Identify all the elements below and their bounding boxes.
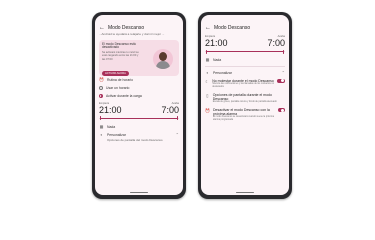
end-time[interactable]: 7:00 <box>161 105 179 115</box>
page-title: Modo Descanso <box>214 24 251 31</box>
activate-now-button[interactable]: ACTIVAR AHORA <box>102 70 129 76</box>
option-while-charging[interactable]: Activar durante la carga <box>99 92 179 100</box>
palette-icon: ◐ <box>100 131 103 137</box>
chevron-up-icon: ⌃ <box>281 69 285 75</box>
dnd-toggle[interactable] <box>277 78 285 84</box>
alarm-icon: ⏰ <box>205 107 210 113</box>
chevron-up-icon: ⌃ <box>175 131 179 137</box>
personalize-row[interactable]: ◐ Personalizar ⌃ <box>205 69 285 77</box>
intro-text: ...Android te ayudará a relajarte y dorm… <box>99 32 165 36</box>
bed-icon: ☾ <box>205 78 209 84</box>
setting-display-options[interactable]: ▯ Opciones de pantalla durante el modo D… <box>205 91 285 106</box>
slider-end-handle[interactable] <box>282 49 284 54</box>
palette-icon: ◐ <box>206 69 209 75</box>
option-use-schedule[interactable]: Usar un horario <box>99 84 179 92</box>
screen-right: ← Modo Descanso Empieza Acaba 21:00 7:00… <box>201 15 289 195</box>
time-range-slider[interactable] <box>205 49 285 54</box>
phone-right: ← Modo Descanso Empieza Acaba 21:00 7:00… <box>198 12 292 199</box>
arrow-left-icon[interactable]: ← <box>99 25 105 31</box>
start-time[interactable]: 21:00 <box>99 105 122 115</box>
sleeping-person-illustration <box>153 48 173 69</box>
phone-display-icon: ▯ <box>206 92 209 98</box>
setting-dnd[interactable]: ☾ No molestar durante el modo Descanso S… <box>205 77 285 91</box>
radio-schedule[interactable] <box>99 85 103 90</box>
time-range-slider[interactable] <box>99 116 179 121</box>
screen-left: ← Modo Descanso ...Android te ayudará a … <box>95 15 183 195</box>
repeat-row[interactable]: ▦ Nada <box>205 56 285 64</box>
status-bar <box>95 15 183 22</box>
setting-alarm-off[interactable]: ⏰ Desactivar el modo Descanso con la pró… <box>205 106 285 124</box>
card-text: Se activará mientras tu móvil se esté ca… <box>102 51 139 61</box>
repeat-row[interactable]: ▦ Nada <box>99 123 179 131</box>
personalize-subtitle: Opciones de pantalla del modo Descanso <box>107 137 163 142</box>
slider-end-handle[interactable] <box>176 116 178 121</box>
calendar-icon: ▦ <box>205 57 210 62</box>
start-time[interactable]: 21:00 <box>205 38 228 48</box>
end-time[interactable]: 7:00 <box>267 38 285 48</box>
status-card: El modo Descanso está desactivado Se act… <box>99 39 179 76</box>
gesture-bar <box>201 192 289 193</box>
app-bar: ← Modo Descanso <box>201 22 289 33</box>
radio-charging[interactable] <box>99 93 103 98</box>
page-title: Modo Descanso <box>108 24 145 31</box>
card-title: El modo Descanso está desactivado <box>102 41 136 50</box>
calendar-icon: ▦ <box>99 123 104 129</box>
status-bar <box>201 15 289 22</box>
alarm-toggle[interactable] <box>278 107 285 113</box>
arrow-left-icon[interactable]: ← <box>205 25 211 31</box>
phone-left: ← Modo Descanso ...Android te ayudará a … <box>92 12 186 199</box>
gesture-bar <box>95 192 183 193</box>
